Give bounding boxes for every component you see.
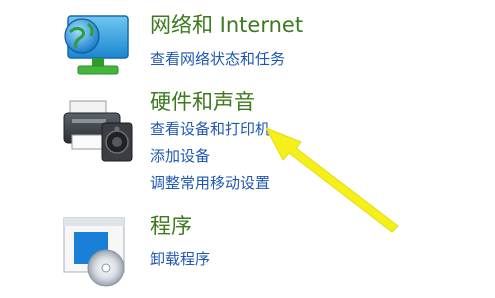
- category-title-network[interactable]: 网络和 Internet: [150, 12, 303, 38]
- programs-disc-icon[interactable]: [60, 216, 138, 288]
- link-uninstall-program[interactable]: 卸载程序: [150, 249, 210, 269]
- link-view-network-status[interactable]: 查看网络状态和任务: [150, 49, 285, 69]
- printer-speaker-icon[interactable]: [60, 97, 138, 165]
- category-title-hardware[interactable]: 硬件和声音: [150, 89, 255, 115]
- link-view-devices-printers[interactable]: 查看设备和打印机: [150, 119, 270, 139]
- link-mobility-settings[interactable]: 调整常用移动设置: [150, 173, 270, 193]
- link-add-device[interactable]: 添加设备: [150, 146, 210, 166]
- globe-network-icon[interactable]: [58, 10, 134, 82]
- category-title-programs[interactable]: 程序: [150, 213, 192, 239]
